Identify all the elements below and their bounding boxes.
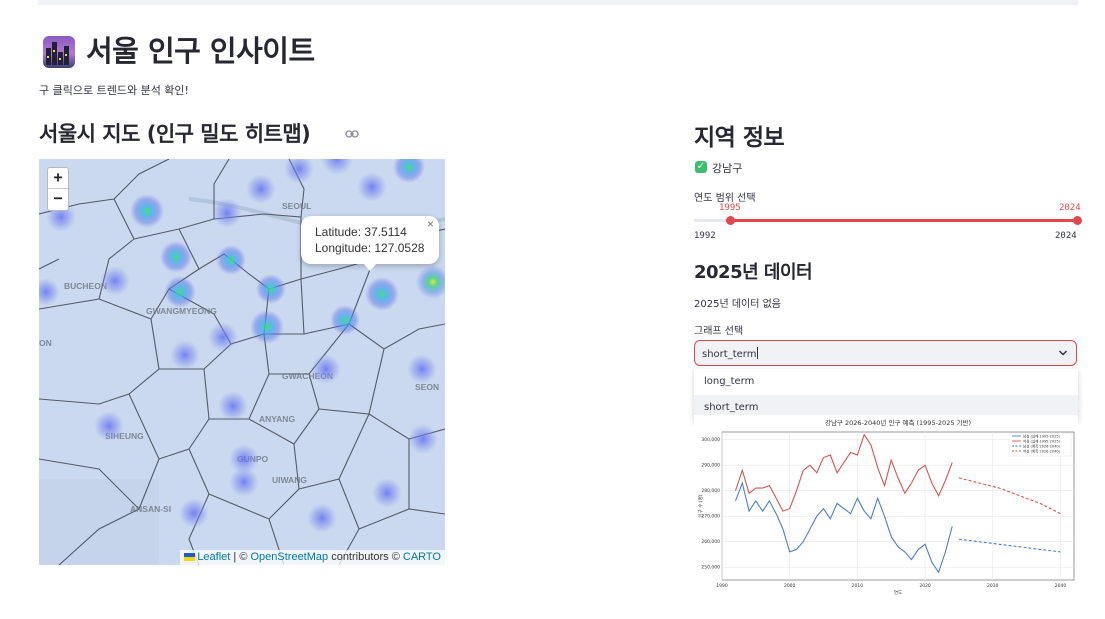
popup-latitude: Latitude: 37.5114 [315,225,407,239]
map-label-uiwang: UIWANG [272,475,307,485]
x-tick-label: 2030 [987,583,999,589]
slider-max-label: 2024 [1055,231,1077,241]
y-tick-label: 280,000 [701,488,720,494]
popup-longitude: Longitude: 127.0528 [315,241,425,255]
ukraine-flag-icon [184,553,196,562]
y-tick-label: 290,000 [701,463,720,469]
zoom-in-button[interactable]: + [48,168,68,188]
leaflet-link[interactable]: Leaflet [197,551,230,563]
option-label: short_term [704,402,759,413]
legend-entry: 남성 (실제 1995-2025) [1023,433,1061,438]
chart-title: 강남구 2026-2040년 인구 예측 (1995-2025 기반) [825,418,971,427]
carto-link[interactable]: CARTO [403,551,441,563]
map-section-title: 서울시 지도 (인구 밀도 히트맵) [39,122,311,146]
legend-entry: 남성 (예측 2026-2040) [1023,443,1061,448]
y-axis-label: 인구 수 (명) [697,494,704,517]
popup-close-button[interactable]: × [427,217,434,231]
graph-select-dropdown: long_term short_term [694,369,1078,421]
slider-value-high: 2024 [1059,203,1081,213]
data-section-title: 2025년 데이터 [694,262,813,283]
top-header-bar [38,0,1078,5]
y-tick-label: 270,000 [701,514,720,520]
zoom-out-button[interactable]: − [48,189,68,209]
coordinate-popup: × Latitude: 37.5114 Longitude: 127.0528 [301,216,439,271]
x-tick-label: 2020 [919,583,931,589]
seoul-heatmap-map[interactable]: SEOUL BUCHEON GWANGMYEONG ON GWACHEON SE… [39,159,445,565]
attribution-separator: | © [230,551,251,563]
city-night-icon [43,36,75,68]
legend-entry: 여성 (실제 1995-2025) [1023,438,1061,443]
district-checkbox[interactable]: ✓ [695,161,707,173]
slider-thumb-low[interactable] [726,216,735,225]
page-subtitle: 구 클릭으로 트렌드와 분석 확인! [39,84,189,97]
chart-canvas: 1990 2000 2010 2020 2030 2040 250,000 260,000 27… [697,418,1075,596]
map-attribution: Leaflet | © OpenStreetMap contributors ©… [180,550,445,565]
region-info-title: 지역 정보 [694,125,785,151]
y-tick-label: 260,000 [701,539,720,545]
slider-selected-range [730,219,1078,222]
graph-select-label: 그래프 선택 [694,326,744,337]
option-label: long_term [704,376,755,387]
graph-select-value[interactable]: short_term [702,349,756,360]
year-range-slider[interactable] [694,216,1082,225]
slider-min-label: 1992 [694,231,716,241]
map-label-anyang: ANYANG [259,414,295,424]
year-range-label: 연도 범위 선택 [694,193,756,204]
slider-thumb-high[interactable] [1073,216,1082,225]
legend-entry: 여성 (예측 2026-2040) [1023,448,1061,453]
page-title: 서울 인구 인사이트 [86,34,315,68]
chevron-down-icon[interactable] [1058,349,1068,357]
x-axis-label: 연도 [894,589,902,596]
district-checkbox-label: 강남구 [712,162,743,175]
text-caret [757,347,759,359]
map-label-seoul: SEOUL [282,201,311,211]
x-tick-label: 2010 [852,583,864,589]
attribution-text: contributors © [328,551,403,563]
x-tick-label: 2040 [1055,583,1067,589]
population-forecast-chart: 1990 2000 2010 2020 2030 2040 250,000 260,000 27… [694,415,1078,597]
osm-link[interactable]: OpenStreetMap [250,551,328,563]
map-label-on: ON [39,338,52,348]
y-tick-label: 250,000 [701,565,720,571]
zoom-control: + − [47,167,69,211]
option-long-term[interactable]: long_term [694,369,1078,395]
x-tick-label: 2000 [784,583,796,589]
y-tick-label: 300,000 [701,437,720,443]
map-label-ansan: ANSAN-SI [130,504,171,514]
graph-select[interactable]: short_term [694,340,1077,366]
anchor-link-icon[interactable] [345,129,359,139]
slider-value-low: 1995 [719,203,741,213]
no-data-message: 2025년 데이터 없음 [694,299,782,310]
x-tick-label: 1990 [716,583,728,589]
